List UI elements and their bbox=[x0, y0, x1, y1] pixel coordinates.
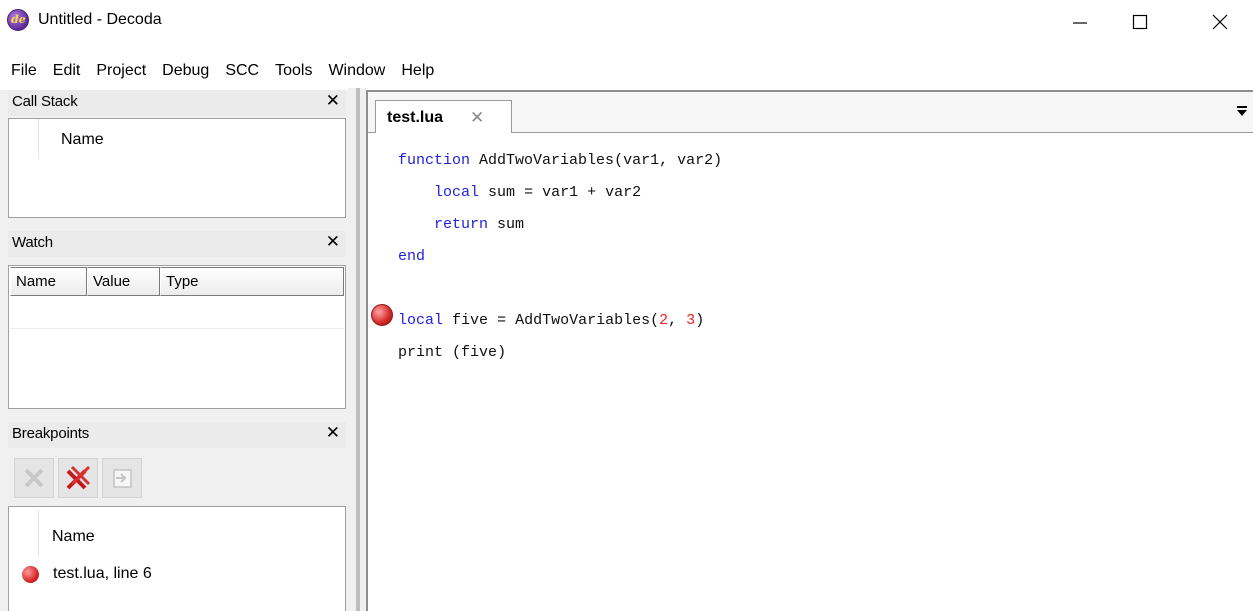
tab-label: test.lua bbox=[387, 109, 444, 126]
call-stack-header: Call Stack ✕ bbox=[8, 90, 346, 116]
menu-project[interactable]: Project bbox=[88, 56, 154, 86]
breakpoint-label: test.lua, line 6 bbox=[53, 565, 152, 582]
code-line-4: end bbox=[398, 248, 426, 265]
watch-column-value[interactable]: Value bbox=[87, 267, 160, 296]
goto-source-icon bbox=[113, 469, 132, 488]
watch-list[interactable]: Name Value Type bbox=[8, 265, 346, 409]
call-stack-title: Call Stack bbox=[12, 93, 78, 110]
breakpoints-close-icon[interactable]: ✕ bbox=[326, 423, 340, 443]
menu-edit[interactable]: Edit bbox=[45, 56, 89, 86]
close-icon bbox=[1212, 14, 1228, 30]
goto-breakpoint-button[interactable] bbox=[102, 458, 142, 498]
menu-scc[interactable]: SCC bbox=[217, 56, 267, 86]
tab-close-icon[interactable]: ✕ bbox=[470, 108, 484, 128]
menu-window[interactable]: Window bbox=[320, 56, 393, 86]
watch-column-headers: Name Value Type bbox=[10, 267, 344, 296]
code-editor[interactable]: function AddTwoVariables(var1, var2) loc… bbox=[398, 145, 722, 369]
menu-debug[interactable]: Debug bbox=[154, 56, 217, 86]
breakpoints-header: Breakpoints ✕ bbox=[8, 422, 346, 448]
breakpoint-icon bbox=[22, 565, 39, 583]
tab-list-icon[interactable] bbox=[1237, 110, 1247, 116]
code-line-1: function AddTwoVariables(var1, var2) bbox=[398, 152, 723, 169]
code-line-6: local five = AddTwoVariables(2, 3) bbox=[398, 312, 705, 329]
watch-column-name[interactable]: Name bbox=[10, 267, 87, 296]
editor-gutter[interactable] bbox=[368, 133, 396, 611]
close-button[interactable] bbox=[1197, 0, 1243, 44]
menu-file[interactable]: File bbox=[0, 56, 45, 86]
window-title: Untitled - Decoda bbox=[38, 11, 162, 28]
editor-panel: test.lua ✕ function AddTwoVariables(var1… bbox=[366, 90, 1253, 611]
watch-close-icon[interactable]: ✕ bbox=[326, 232, 340, 252]
breakpoints-toolbar bbox=[14, 458, 142, 498]
watch-empty-row[interactable] bbox=[10, 328, 344, 329]
remove-breakpoint-icon bbox=[24, 468, 44, 488]
title-bar: de Untitled - Decoda bbox=[0, 0, 1253, 44]
remove-breakpoint-button[interactable] bbox=[14, 458, 54, 498]
call-stack-column-name[interactable]: Name bbox=[61, 131, 104, 149]
menu-bar: File Edit Project Debug SCC Tools Window… bbox=[0, 56, 442, 86]
minimize-button[interactable] bbox=[1057, 0, 1103, 44]
code-line-7: print (five) bbox=[398, 344, 507, 361]
breakpoints-title: Breakpoints bbox=[12, 425, 90, 442]
minimize-icon bbox=[1073, 22, 1087, 24]
menu-help[interactable]: Help bbox=[393, 56, 442, 86]
maximize-button[interactable] bbox=[1117, 0, 1163, 44]
watch-column-type[interactable]: Type bbox=[160, 267, 344, 296]
remove-all-breakpoints-icon bbox=[66, 465, 91, 490]
code-line-3: return sum bbox=[434, 216, 525, 233]
call-stack-close-icon[interactable]: ✕ bbox=[326, 91, 340, 111]
code-line-2: local sum = var1 + var2 bbox=[434, 184, 642, 201]
breakpoints-column-divider bbox=[38, 510, 39, 556]
breakpoint-marker-icon[interactable] bbox=[371, 304, 393, 326]
dock-splitter[interactable] bbox=[348, 88, 366, 611]
remove-all-breakpoints-button[interactable] bbox=[58, 458, 98, 498]
splitter-bar bbox=[356, 88, 360, 611]
tab-test-lua[interactable]: test.lua ✕ bbox=[375, 100, 512, 133]
editor-tab-strip: test.lua ✕ bbox=[368, 92, 1253, 133]
breakpoint-list-item[interactable]: test.lua, line 6 bbox=[22, 565, 152, 583]
menu-tools[interactable]: Tools bbox=[267, 56, 320, 86]
call-stack-column-divider bbox=[38, 119, 39, 159]
tab-list-icon-bar bbox=[1237, 106, 1247, 108]
watch-title: Watch bbox=[12, 234, 53, 251]
call-stack-list[interactable]: Name bbox=[8, 118, 346, 218]
maximize-icon bbox=[1132, 14, 1148, 30]
decoda-app-icon: de bbox=[7, 9, 29, 31]
breakpoints-list[interactable] bbox=[8, 506, 346, 611]
breakpoints-column-name[interactable]: Name bbox=[52, 528, 95, 546]
watch-header: Watch ✕ bbox=[8, 231, 346, 257]
